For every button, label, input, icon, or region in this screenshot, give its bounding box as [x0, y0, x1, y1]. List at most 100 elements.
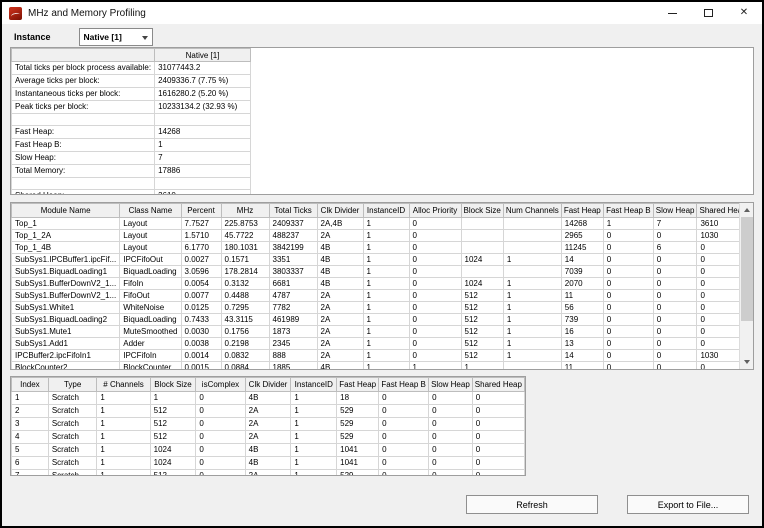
- table-cell[interactable]: 1: [291, 457, 337, 470]
- table-cell[interactable]: SubSys1.Mute1: [12, 326, 120, 338]
- table-cell[interactable]: 0.2198: [221, 338, 269, 350]
- table-cell[interactable]: 512: [150, 431, 196, 444]
- table-row[interactable]: Slow Heap:7: [12, 152, 251, 165]
- table-cell[interactable]: IPCFifoOut: [120, 254, 181, 266]
- table-cell[interactable]: 0: [472, 470, 524, 477]
- table-cell[interactable]: 0.0077: [181, 290, 221, 302]
- table-cell[interactable]: 7.7527: [181, 218, 221, 230]
- table-cell[interactable]: Shared Heap:: [12, 190, 155, 196]
- table-cell[interactable]: 2A: [317, 338, 363, 350]
- table-cell[interactable]: 0: [429, 444, 473, 457]
- table-cell[interactable]: 0: [409, 218, 461, 230]
- table-cell[interactable]: [503, 266, 561, 278]
- table-cell[interactable]: Top_1_2A: [12, 230, 120, 242]
- table-cell[interactable]: 0: [429, 457, 473, 470]
- table-cell[interactable]: 1: [363, 362, 409, 371]
- table-cell[interactable]: 0: [653, 314, 697, 326]
- table-cell[interactable]: 512: [461, 314, 503, 326]
- table-cell[interactable]: 11: [561, 362, 603, 371]
- scrollbar-up-icon[interactable]: [740, 203, 754, 217]
- table-row[interactable]: IPCBuffer2.ipcFifoIn1IPCFifoIn0.00140.08…: [12, 350, 750, 362]
- table-cell[interactable]: 0: [653, 254, 697, 266]
- table-cell[interactable]: 4: [12, 431, 49, 444]
- table-cell[interactable]: 6: [653, 242, 697, 254]
- table-cell[interactable]: 0: [653, 266, 697, 278]
- table-cell[interactable]: 0: [603, 254, 653, 266]
- table-cell[interactable]: 0: [429, 405, 473, 418]
- table-cell[interactable]: 0: [379, 418, 429, 431]
- table-cell[interactable]: SubSys1.BiquadLoading2: [12, 314, 120, 326]
- table-cell[interactable]: 13: [561, 338, 603, 350]
- table-cell[interactable]: 1: [363, 338, 409, 350]
- table-cell[interactable]: 0: [196, 431, 245, 444]
- table-cell[interactable]: 7: [653, 218, 697, 230]
- table-cell[interactable]: [12, 114, 155, 126]
- table-cell[interactable]: 1: [503, 302, 561, 314]
- table-cell[interactable]: [461, 218, 503, 230]
- table-cell[interactable]: 0: [196, 392, 245, 405]
- table-cell[interactable]: 0: [196, 457, 245, 470]
- table-row[interactable]: 4Scratch151202A1529000: [12, 431, 525, 444]
- table-cell[interactable]: 1: [291, 431, 337, 444]
- table-cell[interactable]: 7: [155, 152, 251, 165]
- table-cell[interactable]: 0: [653, 302, 697, 314]
- table-cell[interactable]: 529: [337, 418, 379, 431]
- table-row[interactable]: SubSys1.Add1Adder0.00380.219823452A10512…: [12, 338, 750, 350]
- table-cell[interactable]: 3.0596: [181, 266, 221, 278]
- table-cell[interactable]: 0: [472, 405, 524, 418]
- table-cell[interactable]: Slow Heap:: [12, 152, 155, 165]
- table-cell[interactable]: 2345: [269, 338, 317, 350]
- table-cell[interactable]: 512: [461, 326, 503, 338]
- table-cell[interactable]: 1: [503, 278, 561, 290]
- table-row[interactable]: [12, 114, 251, 126]
- table-cell[interactable]: 488237: [269, 230, 317, 242]
- table-cell[interactable]: Scratch: [48, 444, 97, 457]
- table-cell[interactable]: 1885: [269, 362, 317, 371]
- table-cell[interactable]: 0: [653, 338, 697, 350]
- table-cell[interactable]: 178.2814: [221, 266, 269, 278]
- table-cell[interactable]: 0: [196, 418, 245, 431]
- table-cell[interactable]: BlockCounter2: [12, 362, 120, 371]
- table-cell[interactable]: 2A: [317, 230, 363, 242]
- table-cell[interactable]: 2A: [245, 418, 291, 431]
- table-cell[interactable]: 1: [603, 218, 653, 230]
- table-row[interactable]: 2Scratch151202A1529000: [12, 405, 525, 418]
- table-cell[interactable]: Peak ticks per block:: [12, 101, 155, 114]
- table-cell[interactable]: SubSys1.BufferDownV2_1...: [12, 290, 120, 302]
- table-cell[interactable]: SubSys1.BufferDownV2_1...: [12, 278, 120, 290]
- table-row[interactable]: Fast Heap:14268: [12, 126, 251, 139]
- table-cell[interactable]: 1: [503, 338, 561, 350]
- table-cell[interactable]: 1: [503, 254, 561, 266]
- table-row[interactable]: Shared Heap:3610: [12, 190, 251, 196]
- table-cell[interactable]: 1: [155, 139, 251, 152]
- table-cell[interactable]: 0: [653, 362, 697, 371]
- table-cell[interactable]: 2A,4B: [317, 218, 363, 230]
- table-cell[interactable]: 11: [561, 290, 603, 302]
- table-cell[interactable]: IPCFifoIn: [120, 350, 181, 362]
- table-cell[interactable]: 14: [561, 254, 603, 266]
- table-cell[interactable]: 0: [379, 470, 429, 477]
- table-cell[interactable]: 7782: [269, 302, 317, 314]
- table-cell[interactable]: 1024: [461, 254, 503, 266]
- table-cell[interactable]: 0.0054: [181, 278, 221, 290]
- table-cell[interactable]: 2A: [317, 302, 363, 314]
- table-cell[interactable]: 0: [429, 392, 473, 405]
- table-cell[interactable]: 0: [472, 392, 524, 405]
- table-row[interactable]: SubSys1.BufferDownV2_1...FifoIn0.00540.3…: [12, 278, 750, 290]
- table-cell[interactable]: Adder: [120, 338, 181, 350]
- table-row[interactable]: [12, 178, 251, 190]
- table-cell[interactable]: 0: [603, 362, 653, 371]
- table-cell[interactable]: 0.0832: [221, 350, 269, 362]
- table-cell[interactable]: 3610: [155, 190, 251, 196]
- table-cell[interactable]: 1: [409, 362, 461, 371]
- table-cell[interactable]: 0: [409, 350, 461, 362]
- table-cell[interactable]: 0: [653, 278, 697, 290]
- table-cell[interactable]: 2A: [317, 350, 363, 362]
- table-cell[interactable]: 6681: [269, 278, 317, 290]
- table-cell[interactable]: 0: [196, 405, 245, 418]
- table-cell[interactable]: 0: [472, 431, 524, 444]
- table-cell[interactable]: [461, 242, 503, 254]
- table-cell[interactable]: 1: [97, 392, 150, 405]
- table-cell[interactable]: 7: [12, 470, 49, 477]
- table-cell[interactable]: 529: [337, 405, 379, 418]
